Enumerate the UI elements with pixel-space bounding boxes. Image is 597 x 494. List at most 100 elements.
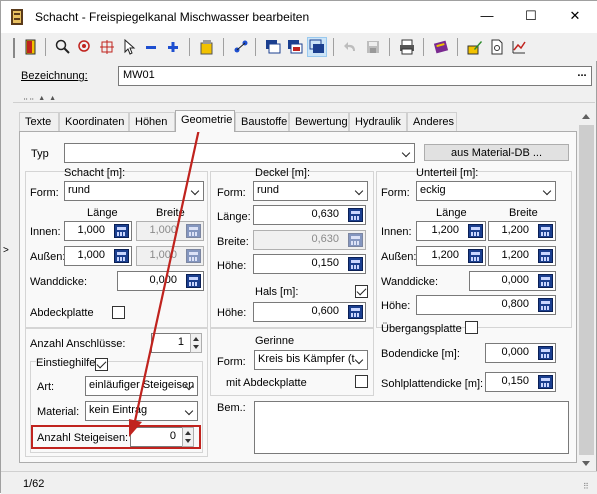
- hals-hoehe-label: Höhe:: [217, 307, 247, 319]
- edit-records-icon[interactable]: [465, 37, 485, 57]
- calculator-icon[interactable]: [538, 249, 553, 263]
- deckel-form-select[interactable]: rund: [253, 181, 368, 201]
- bezeichnung-input[interactable]: MW01: [118, 66, 592, 86]
- unterteil-innen-laenge-input[interactable]: 1,200: [416, 221, 486, 241]
- deckel-breite-input: 0,630: [253, 230, 366, 250]
- einstieg-art-label: Art:: [37, 381, 55, 393]
- tab-texte[interactable]: Texte: [19, 112, 59, 131]
- einstieg-art-select[interactable]: einläufiger Steigeisen: [85, 376, 198, 396]
- splitter[interactable]: [13, 93, 595, 103]
- unterteil-form-value: eckig: [420, 184, 446, 196]
- calculator-icon[interactable]: [538, 274, 553, 288]
- material-db-button[interactable]: aus Material-DB ...: [424, 144, 569, 161]
- unterteil-innen-breite-input[interactable]: 1,200: [488, 221, 556, 241]
- expand-left-icon[interactable]: >: [3, 245, 9, 256]
- schacht-aussen-laenge-input[interactable]: 1,000: [64, 246, 132, 266]
- gerinne-form-label: Form:: [217, 356, 246, 368]
- unterteil-aussen-breite-input[interactable]: 1,200: [488, 246, 556, 266]
- chevron-down-icon: [542, 186, 552, 196]
- tab-anderes[interactable]: Anderes: [407, 112, 457, 131]
- manhole-app-icon: [11, 9, 23, 25]
- tab-koordinaten[interactable]: Koordinaten: [59, 112, 129, 131]
- einstieg-material-select[interactable]: kein Eintrag: [85, 401, 198, 421]
- zoom-target-icon[interactable]: [75, 37, 95, 57]
- calculator-icon[interactable]: [348, 208, 363, 222]
- gerinne-form-select[interactable]: Kreis bis Kämpfer (t: [254, 350, 368, 370]
- tab-baustoffe[interactable]: Baustoffe: [235, 112, 289, 131]
- undo-icon[interactable]: [341, 37, 361, 57]
- tab-bewertung[interactable]: Bewertung: [289, 112, 349, 131]
- anschluesse-spinner[interactable]: [190, 333, 202, 353]
- schacht-aussen-breite-input: 1,000: [136, 246, 204, 266]
- window-cascade-icon[interactable]: [263, 37, 283, 57]
- unterteil-form-select[interactable]: eckig: [416, 181, 556, 201]
- uebergangsplatte-checkbox[interactable]: [465, 321, 478, 334]
- typ-select[interactable]: [64, 143, 415, 163]
- unterteil-breite-header: Breite: [509, 207, 538, 219]
- print-icon[interactable]: [397, 37, 417, 57]
- calculator-icon[interactable]: [538, 346, 553, 360]
- anzahl-steigeisen-spinner[interactable]: [182, 427, 194, 447]
- deckel-hoehe-input[interactable]: 0,150: [253, 254, 366, 274]
- calculator-icon[interactable]: [538, 375, 553, 389]
- scroll-up-icon[interactable]: [582, 114, 590, 119]
- calculator-icon[interactable]: [114, 224, 129, 238]
- anzahl-steigeisen-input[interactable]: 0: [130, 427, 183, 447]
- properties-icon[interactable]: [197, 37, 217, 57]
- book-icon[interactable]: [431, 37, 451, 57]
- tab-hoehen[interactable]: Höhen: [129, 112, 175, 131]
- crosshair-icon[interactable]: [97, 37, 117, 57]
- exit-icon[interactable]: [21, 37, 41, 57]
- pointer-icon[interactable]: [119, 37, 139, 57]
- schacht-wanddicke-input[interactable]: 0,000: [117, 271, 204, 291]
- chevron-down-icon: [354, 186, 364, 196]
- calculator-icon[interactable]: [114, 249, 129, 263]
- bezeichnung-more-button[interactable]: ...: [574, 68, 590, 83]
- hals-hoehe-input[interactable]: 0,600: [253, 302, 366, 322]
- window-title: Schacht - Freispiegelkanal Mischwasser b…: [35, 10, 310, 24]
- calculator-icon[interactable]: [348, 305, 363, 319]
- calculator-icon[interactable]: [538, 298, 553, 312]
- zoom-in-icon[interactable]: [163, 37, 183, 57]
- calculator-icon[interactable]: [538, 224, 553, 238]
- vertical-scrollbar[interactable]: [578, 111, 595, 469]
- schacht-form-select[interactable]: rund: [64, 181, 204, 201]
- maximize-button[interactable]: ☐: [509, 1, 553, 33]
- network-select-icon[interactable]: [231, 37, 251, 57]
- unterteil-wanddicke-input[interactable]: 0,000: [469, 271, 556, 291]
- calculator-icon[interactable]: [468, 224, 483, 238]
- einstieg-checkbox[interactable]: [95, 358, 108, 371]
- record-counter: 1/62: [23, 478, 45, 490]
- unterteil-hoehe-input[interactable]: 0,800: [416, 295, 556, 315]
- window-tile-icon[interactable]: [307, 37, 327, 57]
- close-button[interactable]: ✕: [553, 1, 597, 33]
- minimize-button[interactable]: —: [465, 1, 509, 33]
- zoom-out-icon[interactable]: [141, 37, 161, 57]
- bem-textarea[interactable]: [254, 401, 569, 454]
- schacht-abdeckplatte-checkbox[interactable]: [112, 306, 125, 319]
- zoom-icon[interactable]: [53, 37, 73, 57]
- scroll-thumb[interactable]: [579, 125, 594, 455]
- tab-geometrie[interactable]: Geometrie: [175, 110, 235, 132]
- schacht-innen-laenge-input[interactable]: 1,000: [64, 221, 132, 241]
- window-print-icon[interactable]: [285, 37, 305, 57]
- gerinne-form-value: Kreis bis Kämpfer (t: [258, 353, 355, 365]
- deckel-laenge-input[interactable]: 0,630: [253, 205, 366, 225]
- gerinne-abdeckplatte-checkbox[interactable]: [355, 375, 368, 388]
- resize-grip-icon[interactable]: ⠿: [583, 482, 589, 491]
- calculator-icon[interactable]: [348, 257, 363, 271]
- save-icon[interactable]: [363, 37, 383, 57]
- document-icon[interactable]: [487, 37, 507, 57]
- calculator-icon[interactable]: [468, 249, 483, 263]
- chart-icon[interactable]: [509, 37, 529, 57]
- hals-checkbox[interactable]: [355, 285, 368, 298]
- splitter-grip-icon: ⠤⠤ ▲ ▲: [23, 95, 57, 102]
- bodendicke-input[interactable]: 0,000: [485, 343, 556, 363]
- tab-hydraulik[interactable]: Hydraulik: [349, 112, 407, 131]
- unterteil-aussen-laenge-input[interactable]: 1,200: [416, 246, 486, 266]
- anschluesse-input[interactable]: 1: [151, 333, 191, 353]
- scroll-down-icon[interactable]: [582, 461, 590, 466]
- calculator-icon[interactable]: [186, 274, 201, 288]
- chevron-down-icon: [401, 148, 411, 158]
- sohlplatte-input[interactable]: 0,150: [485, 372, 556, 392]
